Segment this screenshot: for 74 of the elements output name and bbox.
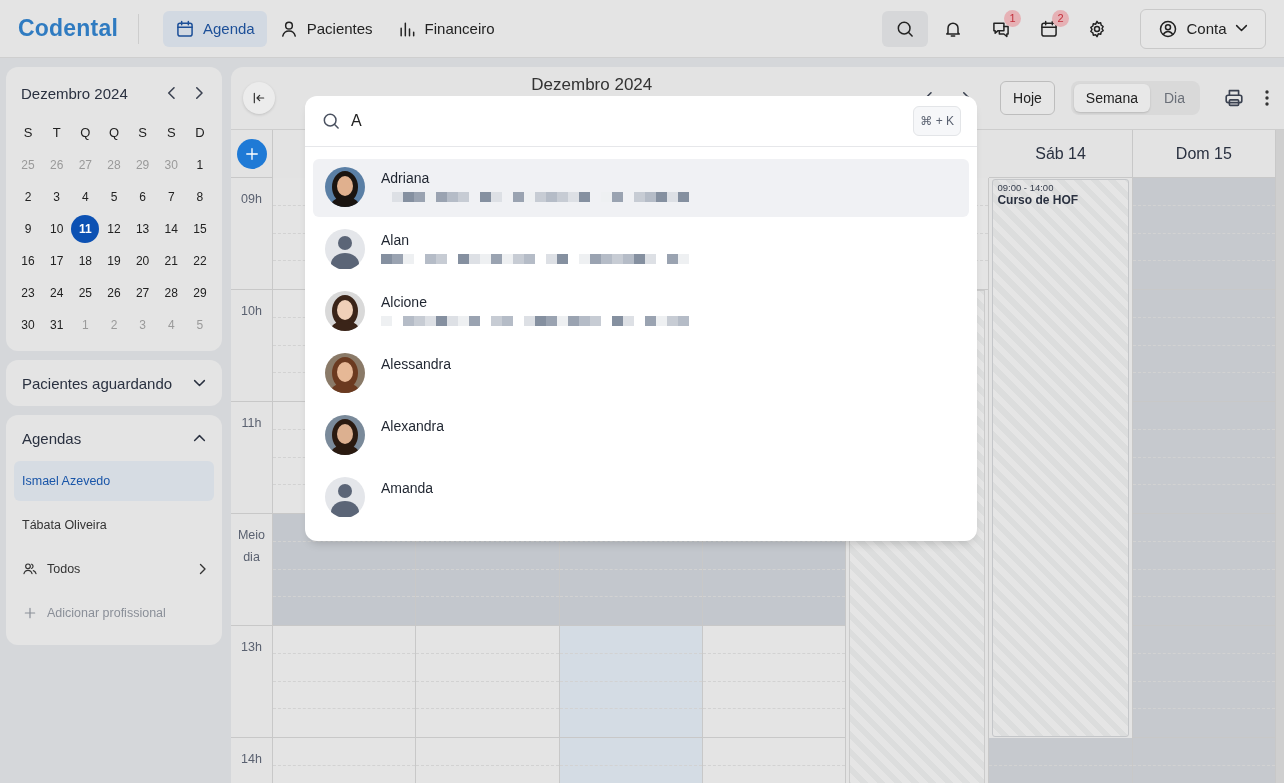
calendar-day[interactable]: 8 bbox=[185, 183, 214, 211]
event-card[interactable]: 09:00 - 14:00 Curso de HOF bbox=[992, 179, 1129, 737]
calendar-day[interactable]: 16 bbox=[14, 247, 42, 275]
weekday-label: D bbox=[194, 124, 206, 142]
weekday-label: Q bbox=[107, 124, 121, 142]
nav-tab[interactable]: Financeiro bbox=[384, 10, 507, 47]
notification-badge: 2 bbox=[1052, 9, 1069, 27]
calendar-day[interactable]: 19 bbox=[99, 247, 128, 275]
section-title: Pacientes aguardando bbox=[22, 374, 174, 392]
calendar-day[interactable]: 12 bbox=[99, 215, 128, 243]
hour-label: 11h bbox=[240, 415, 263, 432]
calendar-day[interactable]: 14 bbox=[157, 215, 186, 243]
calendar-day[interactable]: 5 bbox=[99, 183, 128, 211]
calendar-day[interactable]: 21 bbox=[157, 247, 186, 275]
calendar-day[interactable]: 27 bbox=[128, 279, 157, 307]
patient-result[interactable]: Alexandra bbox=[313, 407, 969, 465]
agenda-item[interactable]: Todos bbox=[14, 549, 214, 589]
weekday-label: S bbox=[22, 124, 34, 142]
calendar-day[interactable]: 1 bbox=[185, 151, 214, 179]
view-tab[interactable]: Dia bbox=[1152, 84, 1197, 112]
patient-result[interactable]: Alessandra bbox=[313, 345, 969, 403]
event-title: Curso de HOF bbox=[997, 193, 1079, 207]
shortcut-hint: ⌘ + K bbox=[913, 106, 961, 136]
patient-result[interactable]: Alcione bbox=[313, 283, 969, 341]
calendar-day[interactable]: 17 bbox=[42, 247, 71, 275]
account-button[interactable]: Conta bbox=[1140, 8, 1266, 49]
calendar-day[interactable]: 2 bbox=[14, 183, 42, 211]
patient-result[interactable]: Adriana bbox=[313, 159, 969, 217]
weekday-label: Q bbox=[79, 124, 92, 142]
hour-label: Meio dia bbox=[236, 527, 267, 566]
event-time: 09:00 - 14:00 bbox=[997, 182, 1054, 193]
agenda-item[interactable]: Ismael Azevedo bbox=[14, 461, 214, 501]
calendar-day[interactable]: 30 bbox=[14, 311, 42, 339]
waiting-section[interactable]: Pacientes aguardando bbox=[6, 360, 222, 406]
calendar-day[interactable]: 24 bbox=[42, 279, 71, 307]
calendar-day[interactable]: 22 bbox=[185, 247, 214, 275]
today-button[interactable]: Hoje bbox=[1000, 81, 1055, 115]
weekday-label: S bbox=[137, 124, 148, 142]
calendar-day[interactable]: 13 bbox=[128, 215, 157, 243]
calendar-day[interactable]: 6 bbox=[128, 183, 157, 211]
calendar-title: Dezembro 2024 bbox=[530, 75, 654, 95]
calendar-day[interactable]: 28 bbox=[157, 279, 186, 307]
calendar-day[interactable]: 31 bbox=[42, 311, 71, 339]
section-title[interactable]: Agendas bbox=[22, 429, 193, 447]
hour-label: 10h bbox=[240, 303, 263, 320]
view-tab[interactable]: Semana bbox=[1073, 84, 1150, 112]
calendar-day[interactable]: 3 bbox=[42, 183, 71, 211]
calendar-day[interactable]: 23 bbox=[14, 279, 42, 307]
calendar-day[interactable]: 11 bbox=[71, 215, 100, 243]
calendar-day[interactable]: 9 bbox=[14, 215, 42, 243]
hour-label: 09h bbox=[240, 191, 263, 208]
calendar-day[interactable]: 29 bbox=[185, 279, 214, 307]
calendar-day[interactable]: 7 bbox=[157, 183, 186, 211]
patient-result[interactable]: Alan bbox=[313, 221, 969, 279]
weekday-label: T bbox=[51, 124, 62, 142]
calendar-day[interactable]: 20 bbox=[128, 247, 157, 275]
logo[interactable]: Codental bbox=[18, 15, 118, 42]
day-header: Sáb 14 bbox=[989, 130, 1133, 178]
calendar-day[interactable]: 15 bbox=[185, 215, 214, 243]
nav-tab[interactable]: Pacientes bbox=[266, 10, 385, 47]
notification-badge: 1 bbox=[1004, 9, 1021, 27]
patient-result[interactable]: Amanda bbox=[313, 469, 969, 527]
calendar-day[interactable]: 26 bbox=[99, 279, 128, 307]
nav-tab[interactable]: Agenda bbox=[163, 10, 267, 47]
hour-label: 13h bbox=[240, 639, 263, 656]
month-title: Dezembro 2024 bbox=[21, 84, 129, 102]
search-field[interactable]: A bbox=[349, 105, 906, 137]
calendar-day[interactable]: 18 bbox=[71, 247, 100, 275]
calendar-day[interactable]: 25 bbox=[71, 279, 100, 307]
calendar-day[interactable]: 4 bbox=[71, 183, 100, 211]
agenda-item[interactable]: Tábata Oliveira bbox=[14, 505, 214, 545]
weekday-label: S bbox=[165, 124, 177, 142]
hour-label: 14h bbox=[240, 751, 263, 768]
calendar-day[interactable]: 10 bbox=[42, 215, 71, 243]
